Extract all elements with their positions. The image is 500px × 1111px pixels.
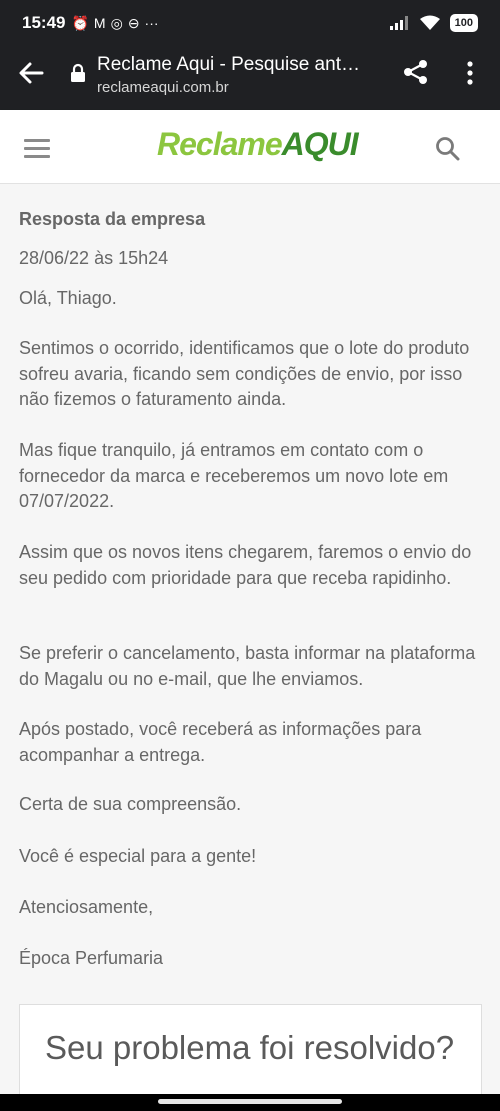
alarm-icon: ⏰ (71, 14, 89, 31)
reply-paragraph: Se preferir o cancelamento, basta inform… (19, 643, 476, 689)
reply-signoff: Atenciosamente, (19, 897, 154, 917)
home-gesture-handle[interactable] (158, 1099, 342, 1104)
reply-paragraph: Sentimos o ocorrido, identificamos que o… (19, 338, 470, 409)
reclame-aqui-logo[interactable]: ReclameAQUI (157, 126, 359, 163)
logo-reclame-text: Reclame (157, 126, 283, 162)
battery-indicator: 100 (449, 14, 478, 32)
reply-paragraph: Após postado, você receberá as informaçõ… (19, 719, 422, 765)
resolved-question-card: Seu problema foi resolvido? (19, 1004, 482, 1094)
status-system-icons: 100 (389, 14, 478, 32)
reply-paragraph: Assim que os novos itens chegarem, farem… (19, 542, 472, 588)
site-header: ReclameAQUI (0, 110, 500, 184)
chrome-icon: ◎ (110, 14, 123, 31)
share-icon[interactable] (402, 58, 430, 86)
browser-toolbar: Reclame Aqui - Pesquise ant… reclameaqui… (0, 46, 500, 110)
signal-icon (389, 16, 408, 30)
system-navigation-bar (0, 1094, 500, 1111)
reply-greeting: Olá, Thiago. (19, 288, 117, 308)
menu-icon[interactable] (24, 139, 50, 159)
reply-paragraph: Você é especial para a gente! (19, 846, 257, 866)
status-bar: 15:49 ⏰ M ◎ ⊖ ··· 100 (0, 0, 500, 46)
reply-date: 28/06/22 às 15h24 (19, 248, 169, 268)
gmail-icon: M (93, 15, 106, 31)
reply-paragraph: Certa de sua compreensão. (19, 794, 242, 814)
page-title[interactable]: Reclame Aqui - Pesquise ant… (97, 54, 360, 76)
more-notifications-icon: ··· (144, 15, 159, 31)
page-domain[interactable]: reclameaqui.com.br (97, 79, 229, 96)
wifi-icon (419, 15, 440, 30)
company-reply-section: Resposta da empresa 28/06/22 às 15h24 Ol… (0, 184, 500, 1094)
reply-paragraph: Mas fique tranquilo, já entramos em cont… (19, 440, 449, 511)
reply-company-name: Época Perfumaria (19, 948, 164, 968)
logo-aqui-text: AQUI (281, 126, 359, 162)
more-options-icon[interactable] (462, 60, 478, 86)
app-icon: ⊖ (127, 14, 140, 31)
back-arrow-icon[interactable] (18, 60, 44, 86)
reply-title: Resposta da empresa (19, 209, 206, 229)
status-notification-icons: ⏰ M ◎ ⊖ ··· (71, 15, 158, 32)
lock-icon[interactable] (70, 63, 86, 83)
status-time: 15:49 (22, 13, 66, 32)
resolved-question: Seu problema foi resolvido? (45, 1029, 455, 1066)
search-icon[interactable] (434, 135, 462, 163)
